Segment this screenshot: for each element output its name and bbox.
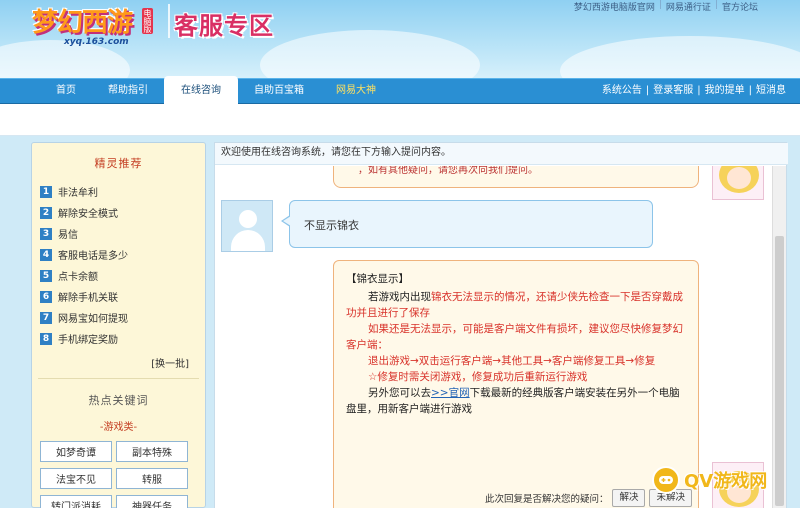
tab-online-consult[interactable]: 在线咨询 xyxy=(164,76,238,104)
keyword-button[interactable]: 副本特殊 xyxy=(116,441,188,462)
list-item-label: 手机绑定奖励 xyxy=(58,335,118,346)
agent-reply-bubble: 【锦衣显示】 若游戏内出现锦衣无法显示的情况，还请少侠先检查一下是否穿戴成功并且… xyxy=(333,260,699,508)
top-link-official-site[interactable]: 梦幻西游电脑版官网 xyxy=(574,0,655,13)
list-item-label: 解除手机关联 xyxy=(58,293,118,304)
chat-history: ，如有其他疑问，请您再次向我们提问。 不显示锦衣 【锦衣显示】 若游戏内出现锦衣… xyxy=(215,166,772,508)
reply-title: 【锦衣显示】 xyxy=(346,273,409,285)
tab-netease-dashen[interactable]: 网易大神 xyxy=(320,79,392,104)
separator: | xyxy=(658,0,662,10)
cloud-decoration xyxy=(260,30,480,78)
list-item-label: 点卡余额 xyxy=(58,272,98,283)
keyword-button[interactable]: 神器任务 xyxy=(116,495,188,508)
list-item-label: 网易宝如何提现 xyxy=(58,314,128,325)
top-links: 梦幻西游电脑版官网 | 网易通行证 | 官方论坛 xyxy=(574,0,758,13)
list-item[interactable]: 3 易信 xyxy=(40,223,205,244)
game-logo[interactable]: 梦幻西游 电脑版 xyq.163.com xyxy=(32,2,167,47)
reply-body: 若游戏内出现锦衣无法显示的情况，还请少侠先检查一下是否穿戴成功并且进行了保存 如… xyxy=(346,289,688,417)
feedback-question: 此次回复是否解决您的疑问： xyxy=(484,494,609,505)
previous-reply-text: ，如有其他疑问，请您再次向我们提问。 xyxy=(358,166,538,176)
list-item-label: 非法牟利 xyxy=(58,188,98,199)
agent-avatar xyxy=(712,166,764,200)
gamepad-icon-svg xyxy=(659,476,673,484)
list-item-label: 客服电话是多少 xyxy=(58,251,128,262)
keyword-button[interactable]: 转服 xyxy=(116,468,188,489)
list-item-label: 易信 xyxy=(58,230,78,241)
link-my-tickets[interactable]: 我的提单 xyxy=(705,79,745,103)
user-message-bubble: 不显示锦衣 xyxy=(281,200,653,248)
agent-face xyxy=(727,167,751,189)
keyword-grid: 如梦奇谭 副本特殊 法宝不见 转服 转门派消耗 神器任务 xyxy=(40,441,205,508)
refresh-batch-link[interactable]: [换一批] xyxy=(32,355,189,370)
reply-text-highlight: ☆修复时需关闭游戏，修复成功后重新运行游戏 xyxy=(368,371,588,383)
separator: | xyxy=(748,85,752,96)
number-badge: 5 xyxy=(40,269,52,282)
previous-reply-bubble: ，如有其他疑问，请您再次向我们提问。 xyxy=(333,166,699,188)
sidebar-title: 精灵推荐 xyxy=(94,157,143,170)
separator: | xyxy=(697,85,701,96)
list-item[interactable]: 8 手机绑定奖励 xyxy=(40,328,205,349)
reply-text: 另外您可以去 xyxy=(368,387,431,399)
number-badge: 6 xyxy=(40,290,52,303)
tab-home[interactable]: 首页 xyxy=(40,79,92,104)
chat-scrollbar[interactable] xyxy=(772,166,786,508)
welcome-message: 欢迎使用在线咨询系统，请您在下方输入提问内容。 xyxy=(215,143,788,165)
title-divider xyxy=(168,4,170,38)
number-badge: 2 xyxy=(40,206,52,219)
user-head xyxy=(239,210,257,228)
hot-keywords-title: 热点关键词 xyxy=(88,394,149,407)
list-item[interactable]: 4 客服电话是多少 xyxy=(40,244,205,265)
watermark: QV游戏网 xyxy=(652,462,792,498)
separator: | xyxy=(645,85,650,96)
number-badge: 4 xyxy=(40,248,52,261)
number-badge: 8 xyxy=(40,332,52,345)
gamepad-icon xyxy=(652,466,680,494)
header: 梦幻西游 电脑版 xyq.163.com 客服专区 梦幻西游电脑版官网 | 网易… xyxy=(0,0,800,78)
logo-url: xyq.163.com xyxy=(64,37,129,47)
top-link-forum[interactable]: 官方论坛 xyxy=(722,0,758,13)
link-login-service[interactable]: 登录客服 xyxy=(653,79,693,103)
reply-text: 若游戏内出现 xyxy=(368,291,431,303)
separator: | xyxy=(714,0,718,10)
keyword-button[interactable]: 法宝不见 xyxy=(40,468,112,489)
keyword-category: -游戏类- xyxy=(99,422,138,433)
top-link-passport[interactable]: 网易通行证 xyxy=(666,0,711,13)
user-body xyxy=(231,230,265,251)
logo-text: 梦幻西游 xyxy=(32,8,133,38)
list-item[interactable]: 7 网易宝如何提现 xyxy=(40,307,205,328)
list-item[interactable]: 1 非法牟利 xyxy=(40,181,205,202)
user-avatar xyxy=(221,200,273,252)
tab-self-service[interactable]: 自助百宝箱 xyxy=(242,79,316,104)
list-item-label: 解除安全模式 xyxy=(58,209,118,220)
official-site-link[interactable]: >>官网 xyxy=(431,387,470,399)
resolved-button[interactable]: 解决 xyxy=(612,489,646,507)
divider xyxy=(38,378,199,379)
link-system-notice[interactable]: 系统公告 xyxy=(602,79,642,103)
nav-right-links: 系统公告 | 登录客服 | 我的提单 | 短消息 xyxy=(602,79,786,103)
list-item[interactable]: 2 解除安全模式 xyxy=(40,202,205,223)
sub-header-strip xyxy=(0,104,800,136)
chat-panel: 欢迎使用在线咨询系统，请您在下方输入提问内容。 ，如有其他疑问，请您再次向我们提… xyxy=(214,142,788,508)
cloud-decoration xyxy=(560,36,800,78)
user-message-text: 不显示锦衣 xyxy=(304,219,359,232)
page-title: 客服专区 xyxy=(174,12,274,40)
recommend-list: 1 非法牟利 2 解除安全模式 3 易信 4 客服电话是多少 5 点卡余额 6 解除手机关联… xyxy=(40,181,205,349)
link-messages[interactable]: 短消息 xyxy=(756,79,786,103)
number-badge: 7 xyxy=(40,311,52,324)
keyword-button[interactable]: 如梦奇谭 xyxy=(40,441,112,462)
tab-help-guide[interactable]: 帮助指引 xyxy=(96,79,160,104)
number-badge: 3 xyxy=(40,227,52,240)
nav-bar: 首页 帮助指引 在线咨询 自助百宝箱 网易大神 系统公告 | 登录客服 | 我的提单… xyxy=(0,76,800,104)
list-item[interactable]: 6 解除手机关联 xyxy=(40,286,205,307)
logo-badge: 电脑版 xyxy=(142,8,153,34)
watermark-text: QV游戏网 xyxy=(684,471,768,492)
reply-text-highlight: 如果还是无法显示，可能是客户端文件有损坏，建议您尽快修复梦幻客户端： xyxy=(346,323,683,351)
keyword-button[interactable]: 转门派消耗 xyxy=(40,495,112,508)
number-badge: 1 xyxy=(40,185,52,198)
sidebar: 精灵推荐 1 非法牟利 2 解除安全模式 3 易信 4 客服电话是多少 5 点卡余额 6解… xyxy=(31,142,206,508)
reply-text-highlight: 退出游戏→双击运行客户端→其他工具→客户端修复工具→修复 xyxy=(368,355,656,367)
list-item[interactable]: 5 点卡余额 xyxy=(40,265,205,286)
